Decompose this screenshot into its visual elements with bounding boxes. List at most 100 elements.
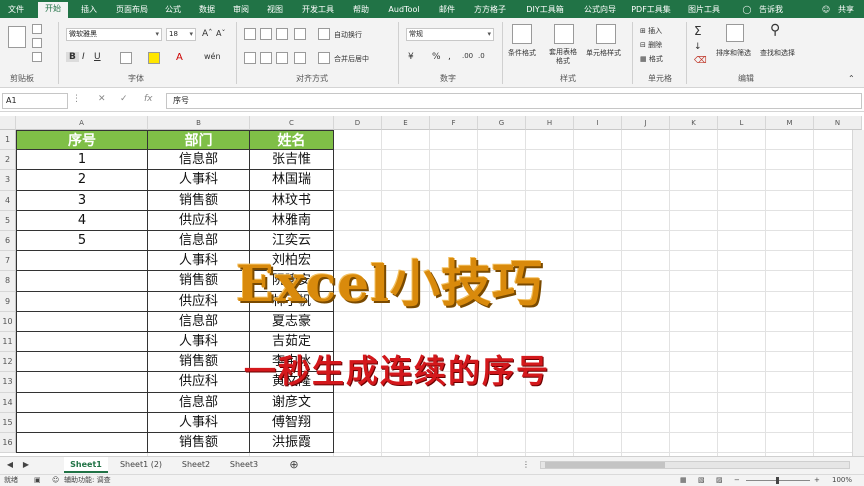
- sort-filter-icon[interactable]: [726, 24, 744, 42]
- percent-icon[interactable]: %: [432, 52, 441, 62]
- zoom-slider[interactable]: [746, 477, 810, 484]
- border-icon[interactable]: [120, 52, 132, 64]
- search-icon[interactable]: ⚲: [770, 22, 780, 38]
- table-cell[interactable]: 张吉惟: [250, 150, 334, 171]
- table-cell[interactable]: 人事科: [148, 412, 250, 433]
- insert-function-button[interactable]: fx: [144, 94, 153, 104]
- table-cell[interactable]: 信息部: [148, 392, 250, 413]
- column-header[interactable]: H: [526, 116, 574, 130]
- status-accessibility[interactable]: 辅助功能: 调查: [64, 475, 111, 486]
- tab-formula-wizard[interactable]: 公式向导: [578, 3, 622, 18]
- phonetic-icon[interactable]: wén: [204, 52, 221, 61]
- row-header[interactable]: 2: [0, 150, 16, 171]
- table-cell[interactable]: 信息部: [148, 311, 250, 332]
- autosum-icon[interactable]: Σ: [694, 24, 702, 38]
- cell-style-button[interactable]: 单元格样式: [586, 48, 621, 58]
- zoom-out-icon[interactable]: −: [734, 475, 740, 486]
- page-layout-view-icon[interactable]: ▧: [698, 475, 705, 486]
- tab-file[interactable]: 文件: [2, 3, 30, 18]
- table-cell[interactable]: [16, 251, 148, 272]
- row-header[interactable]: 16: [0, 433, 16, 454]
- row-header[interactable]: 12: [0, 352, 16, 373]
- table-cell[interactable]: 人事科: [148, 251, 250, 272]
- row-header[interactable]: 14: [0, 392, 16, 413]
- cancel-icon[interactable]: ✕: [98, 94, 106, 104]
- align-right-icon[interactable]: [276, 52, 288, 64]
- lightbulb-icon[interactable]: ◯: [740, 3, 754, 18]
- row-header[interactable]: 5: [0, 210, 16, 231]
- column-header[interactable]: D: [334, 116, 382, 130]
- table-cell[interactable]: [16, 392, 148, 413]
- table-cell[interactable]: 信息部: [148, 231, 250, 252]
- column-header[interactable]: C: [250, 116, 334, 130]
- tab-fangfang[interactable]: 方方格子: [468, 3, 512, 18]
- vertical-scrollbar[interactable]: [852, 130, 864, 456]
- table-cell[interactable]: 供应科: [148, 372, 250, 393]
- tab-data[interactable]: 数据: [194, 3, 220, 18]
- row-header[interactable]: 13: [0, 372, 16, 393]
- table-cell[interactable]: 销售额: [148, 433, 250, 454]
- row-header[interactable]: 3: [0, 170, 16, 191]
- row-header[interactable]: 4: [0, 190, 16, 211]
- format-cells-button[interactable]: ▦ 格式: [640, 54, 663, 64]
- table-cell[interactable]: 5: [16, 231, 148, 252]
- sheet-tab-4[interactable]: Sheet3: [222, 457, 266, 473]
- select-all-corner[interactable]: [0, 116, 16, 130]
- column-header[interactable]: B: [148, 116, 250, 130]
- table-cell[interactable]: 供应科: [148, 210, 250, 231]
- table-cell[interactable]: 2: [16, 170, 148, 191]
- scroll-right-icon[interactable]: ▶: [20, 457, 32, 473]
- tab-image-tools[interactable]: 图片工具: [682, 3, 726, 18]
- align-middle-icon[interactable]: [260, 28, 272, 40]
- table-cell[interactable]: [16, 291, 148, 312]
- table-cell[interactable]: 销售额: [148, 271, 250, 292]
- row-header[interactable]: 9: [0, 291, 16, 312]
- row-header[interactable]: 7: [0, 251, 16, 272]
- wrap-text-icon[interactable]: [318, 28, 330, 40]
- tab-insert[interactable]: 插入: [76, 3, 102, 18]
- tab-audtool[interactable]: AudTool: [382, 3, 426, 18]
- paste-icon[interactable]: [8, 26, 26, 48]
- comma-icon[interactable]: ,: [448, 52, 451, 62]
- align-top-icon[interactable]: [244, 28, 256, 40]
- table-cell[interactable]: [16, 412, 148, 433]
- tab-view[interactable]: 视图: [262, 3, 288, 18]
- increase-font-icon[interactable]: Aˆ: [202, 29, 213, 39]
- confirm-icon[interactable]: ✓: [120, 94, 128, 104]
- name-box[interactable]: A1: [2, 93, 68, 109]
- column-header[interactable]: J: [622, 116, 670, 130]
- font-color-icon[interactable]: A: [176, 52, 183, 63]
- table-cell[interactable]: [16, 332, 148, 353]
- indent-icon[interactable]: [294, 52, 306, 64]
- normal-view-icon[interactable]: ▦: [680, 475, 687, 486]
- bold-button[interactable]: B: [66, 52, 79, 62]
- table-cell[interactable]: [16, 311, 148, 332]
- share-button[interactable]: 共享: [832, 3, 860, 18]
- table-header-cell[interactable]: 序号: [16, 130, 148, 151]
- underline-button[interactable]: U: [94, 52, 101, 62]
- table-cell[interactable]: 谢彦文: [250, 392, 334, 413]
- insert-cells-button[interactable]: ⊞ 插入: [640, 26, 662, 36]
- table-cell[interactable]: 供应科: [148, 291, 250, 312]
- fill-down-icon[interactable]: ↓: [694, 42, 702, 52]
- sort-filter-button[interactable]: 排序和筛选: [716, 48, 751, 58]
- table-cell[interactable]: 3: [16, 190, 148, 211]
- align-center-icon[interactable]: [260, 52, 272, 64]
- column-header[interactable]: F: [430, 116, 478, 130]
- row-header[interactable]: 10: [0, 311, 16, 332]
- table-header-cell[interactable]: 部门: [148, 130, 250, 151]
- increase-decimal-icon[interactable]: .00: [462, 52, 473, 60]
- column-header[interactable]: N: [814, 116, 862, 130]
- tab-formulas[interactable]: 公式: [160, 3, 186, 18]
- table-cell[interactable]: [16, 271, 148, 292]
- table-cell[interactable]: 林国瑞: [250, 170, 334, 191]
- table-cell[interactable]: 销售额: [148, 190, 250, 211]
- table-cell[interactable]: 1: [16, 150, 148, 171]
- delete-cells-button[interactable]: ⊟ 删除: [640, 40, 662, 50]
- tab-page-layout[interactable]: 页面布局: [110, 3, 154, 18]
- column-header[interactable]: G: [478, 116, 526, 130]
- zoom-level[interactable]: 100%: [832, 475, 852, 486]
- decrease-font-icon[interactable]: Aˇ: [216, 29, 225, 38]
- row-header[interactable]: 1: [0, 130, 16, 151]
- table-cell[interactable]: 洪振霞: [250, 433, 334, 454]
